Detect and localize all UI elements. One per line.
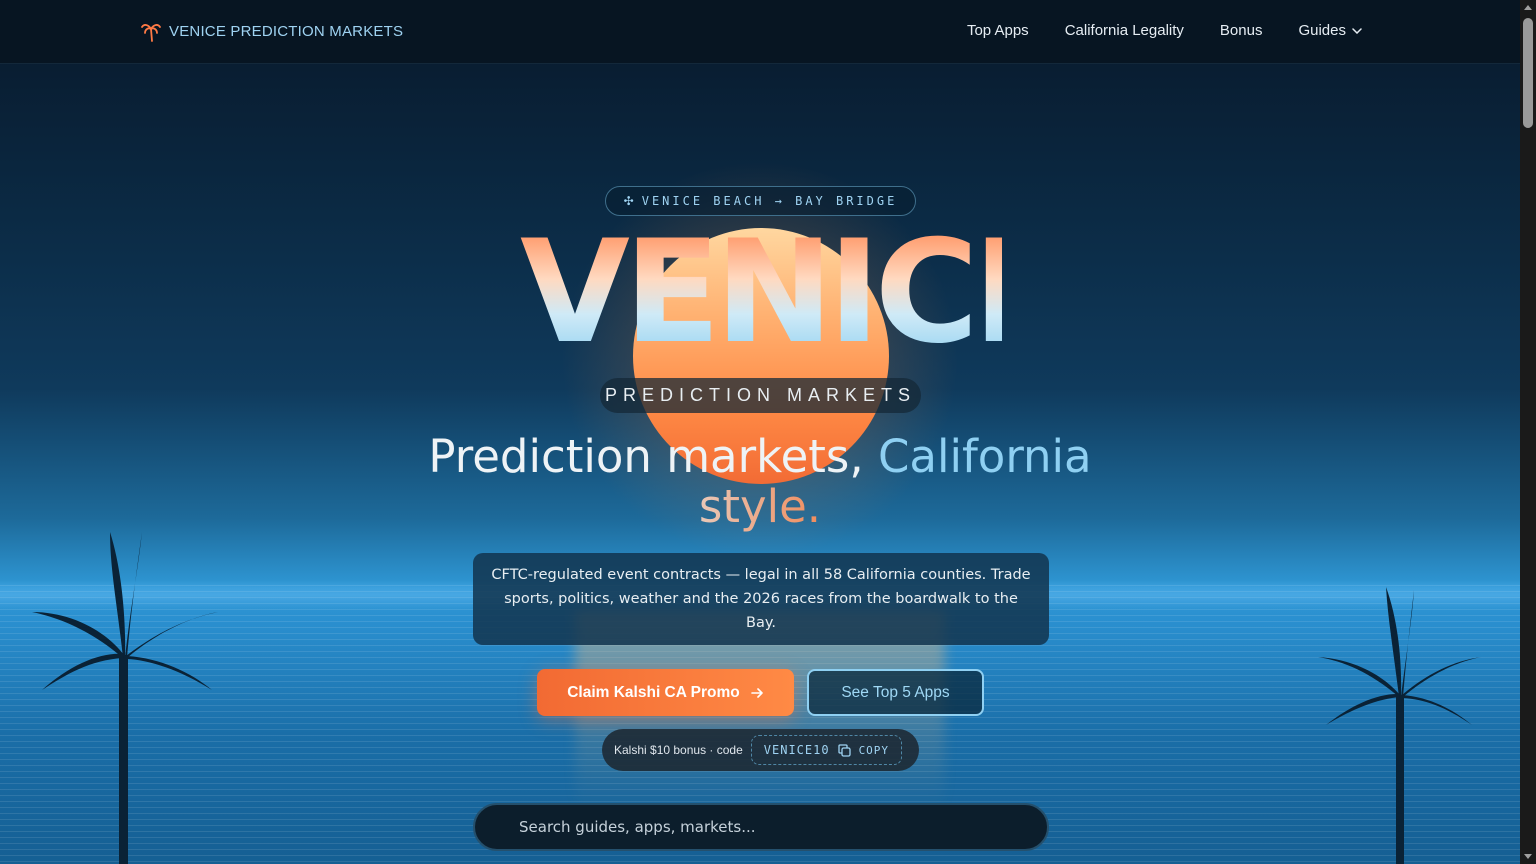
search-input[interactable] [519, 818, 1019, 836]
copy-icon [837, 743, 851, 757]
page-scrollbar[interactable] [1520, 0, 1536, 864]
headline-main: Prediction markets, [428, 430, 878, 483]
palm-tree-left [32, 532, 218, 864]
chevron-down-icon [1352, 27, 1362, 34]
top-nav-bar: VENICE PREDICTION MARKETS Top Apps Calif… [0, 0, 1520, 64]
brand-name: VENICE PREDICTION MARKETS [169, 22, 404, 40]
hero-subtitle: PREDICTION MARKETS [600, 378, 921, 413]
scroll-down-arrow-icon[interactable] [1524, 854, 1532, 859]
hero-eyebrow-text: VENICE BEACH → BAY BRIDGE [641, 194, 898, 208]
hero-headline: Prediction markets, California style. [380, 432, 1140, 532]
claim-promo-label: Claim Kalshi CA Promo [567, 683, 740, 701]
brand-link[interactable]: VENICE PREDICTION MARKETS [141, 20, 403, 42]
main-nav: Top Apps California Legality Bonus Guide… [967, 22, 1362, 39]
nav-california-legality[interactable]: California Legality [1065, 22, 1184, 39]
copy-label: COPY [858, 743, 890, 757]
promo-code: VENICE10 [763, 743, 830, 757]
nav-top-apps[interactable]: Top Apps [967, 22, 1029, 39]
promo-label: Kalshi $10 bonus · code [614, 743, 743, 757]
nav-guides[interactable]: Guides [1298, 22, 1362, 39]
claim-promo-button[interactable]: Claim Kalshi CA Promo [537, 669, 794, 716]
headline-accent: California [877, 430, 1092, 483]
copy-code-button[interactable]: VENICE10 COPY [750, 735, 903, 765]
see-top-apps-button[interactable]: See Top 5 Apps [807, 669, 984, 716]
page: ✣ VENICE BEACH → BAY BRIDGE VENICE PREDI… [0, 0, 1520, 864]
hero-description: CFTC-regulated event contracts — legal i… [473, 553, 1049, 645]
hero-title: VENICE [520, 210, 1070, 375]
headline-tail: style. [698, 480, 822, 533]
promo-code-bar: Kalshi $10 bonus · code VENICE10 COPY [602, 729, 919, 771]
scroll-thumb[interactable] [1523, 18, 1533, 128]
nav-guides-label: Guides [1298, 22, 1346, 39]
sparkle-icon: ✣ [623, 194, 634, 208]
scroll-up-arrow-icon[interactable] [1524, 5, 1532, 10]
palm-tree-icon [141, 24, 161, 42]
nav-bonus[interactable]: Bonus [1220, 22, 1263, 39]
palm-tree-right [1318, 587, 1481, 864]
search-bar [473, 803, 1049, 851]
arrow-right-icon [750, 687, 763, 698]
